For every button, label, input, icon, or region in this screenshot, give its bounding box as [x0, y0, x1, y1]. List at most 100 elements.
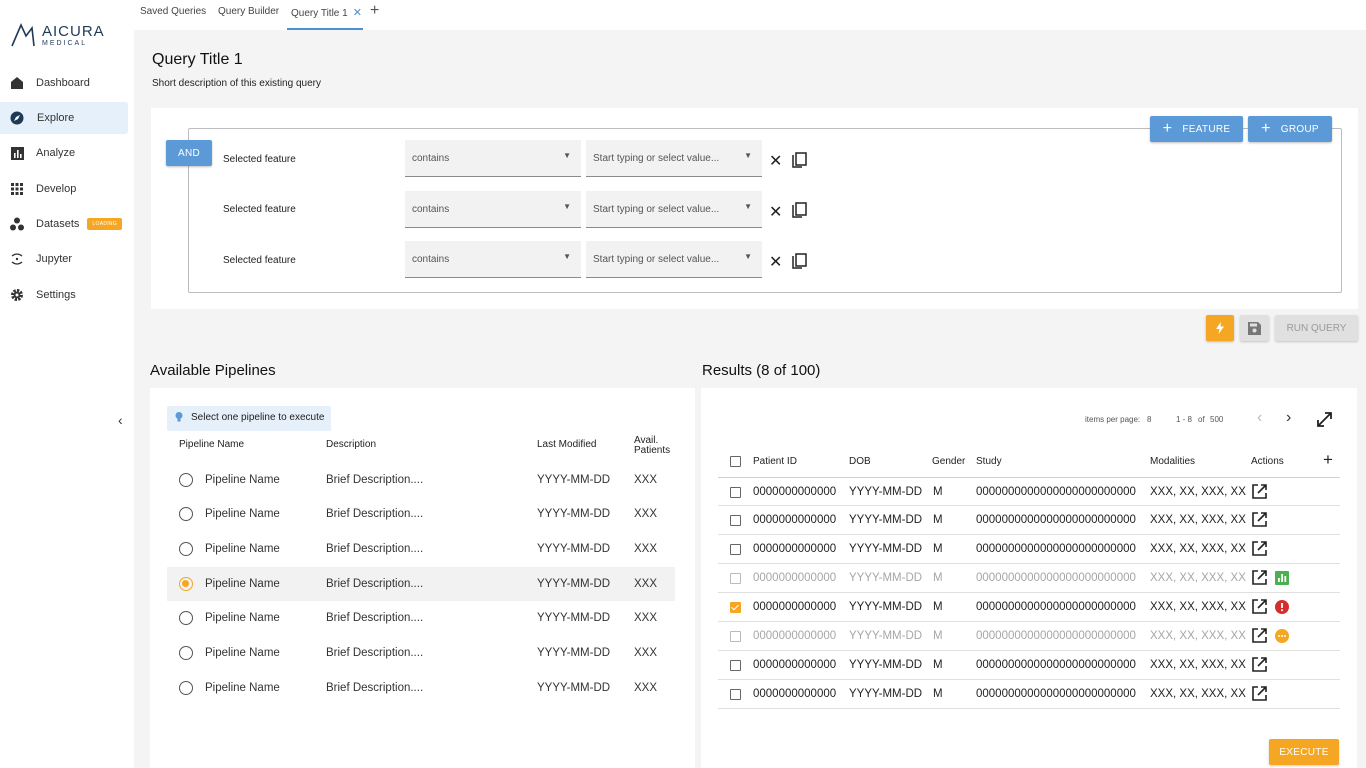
pipeline-radio[interactable] [179, 473, 193, 487]
operator-select[interactable]: contains ▼ [405, 241, 581, 278]
group-label: GROUP [1280, 123, 1319, 135]
and-logic-button[interactable]: AND [166, 140, 212, 166]
operator-select[interactable]: contains ▼ [405, 191, 581, 228]
quick-run-button[interactable] [1206, 315, 1234, 341]
add-column-icon[interactable]: + [1323, 450, 1333, 470]
modalities: XXX, XX, XXX, XX [1150, 601, 1246, 613]
nav-develop[interactable]: Develop [0, 173, 128, 205]
dob: YYYY-MM-DD [849, 688, 923, 700]
remove-row-icon[interactable]: ✕ [769, 202, 782, 222]
brand-logo[interactable]: AICURA MEDICAL [10, 22, 105, 48]
pipeline-radio[interactable] [179, 542, 193, 556]
save-query-button[interactable] [1240, 315, 1269, 341]
pending-icon[interactable] [1275, 629, 1289, 643]
remove-row-icon[interactable]: ✕ [769, 151, 782, 171]
copy-icon[interactable] [792, 253, 807, 270]
col-modalities: Modalities [1150, 456, 1196, 467]
study: 0000000000000000000000000 [976, 572, 1136, 584]
pipeline-description: Brief Description.... [326, 543, 424, 555]
run-query-button[interactable]: RUN QUERY [1275, 315, 1358, 341]
open-external-icon[interactable] [1252, 628, 1267, 643]
pipeline-name: Pipeline Name [205, 647, 280, 659]
close-icon[interactable]: ✕ [353, 7, 362, 19]
value-select[interactable]: Start typing or select value... ▼ [586, 191, 762, 228]
hint-text: Select one pipeline to execute [191, 412, 325, 423]
study: 0000000000000000000000000 [976, 688, 1136, 700]
pipeline-row[interactable]: Pipeline Name Brief Description.... YYYY… [167, 532, 675, 566]
pipeline-modified: YYYY-MM-DD [537, 543, 611, 555]
value-select[interactable]: Start typing or select value... ▼ [586, 241, 762, 278]
home-icon [9, 75, 25, 91]
open-external-icon[interactable] [1252, 570, 1267, 585]
col-study: Study [976, 456, 1002, 467]
pipeline-radio[interactable] [179, 646, 193, 660]
add-feature-button[interactable]: + FEATURE [1150, 116, 1243, 142]
result-row: 0000000000000 YYYY-MM-DD M 0000000000000… [718, 651, 1340, 680]
add-tab-icon[interactable]: + [370, 2, 379, 20]
pipeline-radio[interactable] [179, 681, 193, 695]
row-checkbox[interactable] [730, 631, 741, 642]
tab-saved-queries[interactable]: Saved Queries [140, 6, 206, 17]
pipeline-row-selected[interactable]: Pipeline Name Brief Description.... YYYY… [167, 567, 675, 601]
pipeline-radio[interactable] [179, 611, 193, 625]
execute-button[interactable]: EXECUTE [1269, 739, 1339, 765]
col-description: Description [326, 439, 377, 450]
pipeline-row[interactable]: Pipeline Name Brief Description.... YYYY… [167, 671, 675, 705]
pipeline-row[interactable]: Pipeline Name Brief Description.... YYYY… [167, 463, 675, 497]
row-checkbox[interactable] [730, 689, 741, 700]
gender: M [933, 572, 943, 584]
modalities: XXX, XX, XXX, XX [1150, 572, 1246, 584]
row-checkbox[interactable] [730, 544, 741, 555]
nav-explore[interactable]: Explore [0, 102, 128, 134]
row-checkbox[interactable] [730, 660, 741, 671]
copy-icon[interactable] [792, 152, 807, 169]
dropdown-arrow-icon: ▼ [744, 202, 752, 211]
nav-dashboard[interactable]: Dashboard [0, 67, 128, 99]
open-external-icon[interactable] [1252, 657, 1267, 672]
error-icon[interactable] [1275, 600, 1289, 614]
expand-icon[interactable] [1317, 412, 1332, 427]
next-page-icon[interactable]: › [1286, 409, 1291, 427]
nav-analyze[interactable]: Analyze [0, 137, 128, 169]
pipeline-name: Pipeline Name [205, 474, 280, 486]
add-group-button[interactable]: + GROUP [1248, 116, 1332, 142]
pipeline-row[interactable]: Pipeline Name Brief Description.... YYYY… [167, 497, 675, 531]
open-external-icon[interactable] [1252, 484, 1267, 499]
tab-query-builder[interactable]: Query Builder [218, 6, 279, 17]
open-external-icon[interactable] [1252, 686, 1267, 701]
operator-select[interactable]: contains ▼ [405, 140, 581, 177]
copy-icon[interactable] [792, 202, 807, 219]
pipeline-patients: XXX [634, 543, 658, 555]
pipeline-row[interactable]: Pipeline Name Brief Description.... YYYY… [167, 636, 675, 670]
pipeline-radio[interactable] [179, 507, 193, 521]
items-per-page-select[interactable]: 8 [1147, 415, 1151, 424]
nav-jupyter[interactable]: Jupyter [0, 243, 128, 275]
open-external-icon[interactable] [1252, 512, 1267, 527]
value-select[interactable]: Start typing or select value... ▼ [586, 140, 762, 177]
result-row: 0000000000000 YYYY-MM-DD M 0000000000000… [718, 593, 1340, 622]
nav-datasets[interactable]: Datasets LOADING [0, 208, 128, 240]
select-all-checkbox[interactable] [730, 456, 741, 467]
col-pipeline-name: Pipeline Name [179, 439, 245, 450]
pipeline-name: Pipeline Name [205, 612, 280, 624]
result-chart-icon[interactable] [1275, 571, 1289, 585]
nav-settings[interactable]: Settings [0, 279, 128, 311]
collapse-sidebar-icon[interactable]: ‹ [118, 412, 123, 428]
pipeline-radio-selected[interactable] [179, 577, 193, 591]
dob: YYYY-MM-DD [849, 630, 923, 642]
open-external-icon[interactable] [1252, 599, 1267, 614]
tab-query-title-1[interactable]: Query Title 1 ✕ [287, 6, 363, 30]
open-external-icon[interactable] [1252, 541, 1267, 556]
pipeline-row[interactable]: Pipeline Name Brief Description.... YYYY… [167, 601, 675, 635]
pipelines-title: Available Pipelines [150, 362, 276, 379]
prev-page-icon[interactable]: ‹ [1257, 409, 1262, 427]
gender: M [933, 659, 943, 671]
remove-row-icon[interactable]: ✕ [769, 252, 782, 272]
page-description: Short description of this existing query [152, 78, 321, 89]
pipeline-modified: YYYY-MM-DD [537, 474, 611, 486]
row-checkbox-checked[interactable] [730, 602, 741, 613]
row-checkbox[interactable] [730, 487, 741, 498]
row-checkbox[interactable] [730, 573, 741, 584]
nav-label: Settings [36, 289, 76, 301]
row-checkbox[interactable] [730, 515, 741, 526]
